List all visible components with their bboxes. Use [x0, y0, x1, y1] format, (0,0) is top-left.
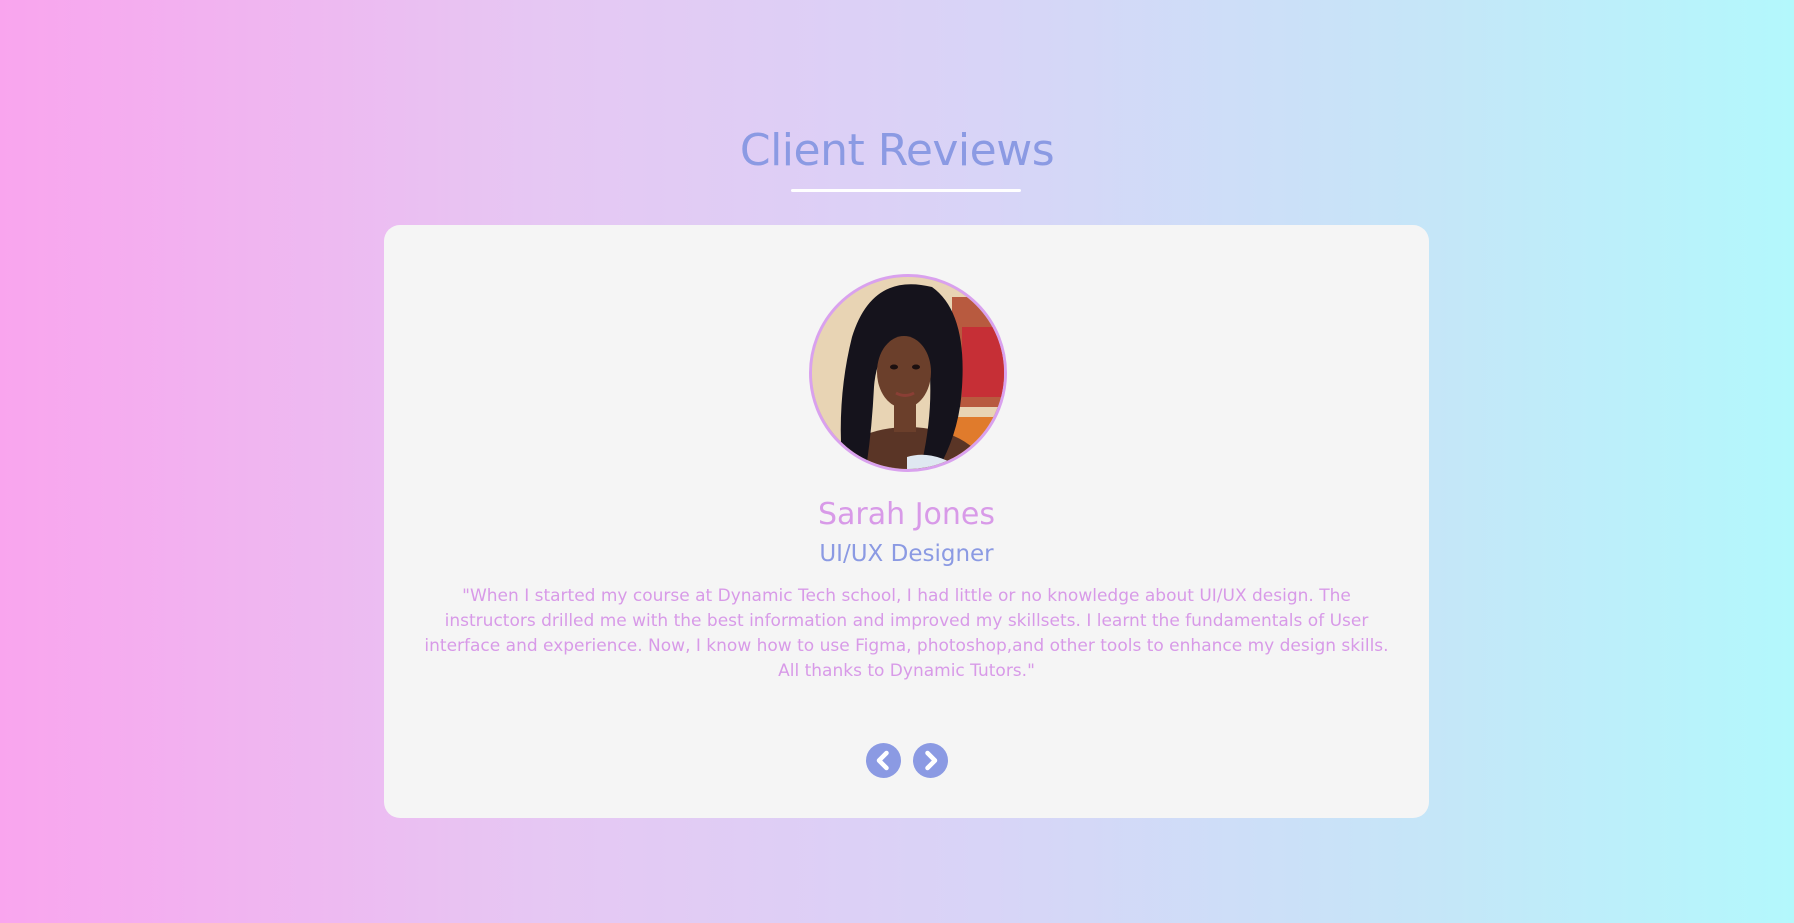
review-quote: "When I started my course at Dynamic Tec… — [424, 586, 1389, 681]
avatar — [809, 274, 1007, 472]
review-card: Sarah Jones UI/UX Designer "When I start… — [384, 225, 1429, 818]
page-title: Client Reviews — [739, 125, 1055, 176]
chevron-right-icon — [924, 750, 937, 771]
client-name: Sarah Jones — [818, 497, 995, 532]
chevron-left-icon — [876, 750, 889, 771]
avatar-portrait — [812, 277, 1004, 469]
previous-review-button[interactable] — [865, 743, 901, 778]
client-role: UI/UX Designer — [819, 541, 994, 567]
carousel-navigation — [384, 743, 1429, 778]
next-review-button[interactable] — [912, 743, 948, 778]
title-underline — [791, 189, 1021, 192]
